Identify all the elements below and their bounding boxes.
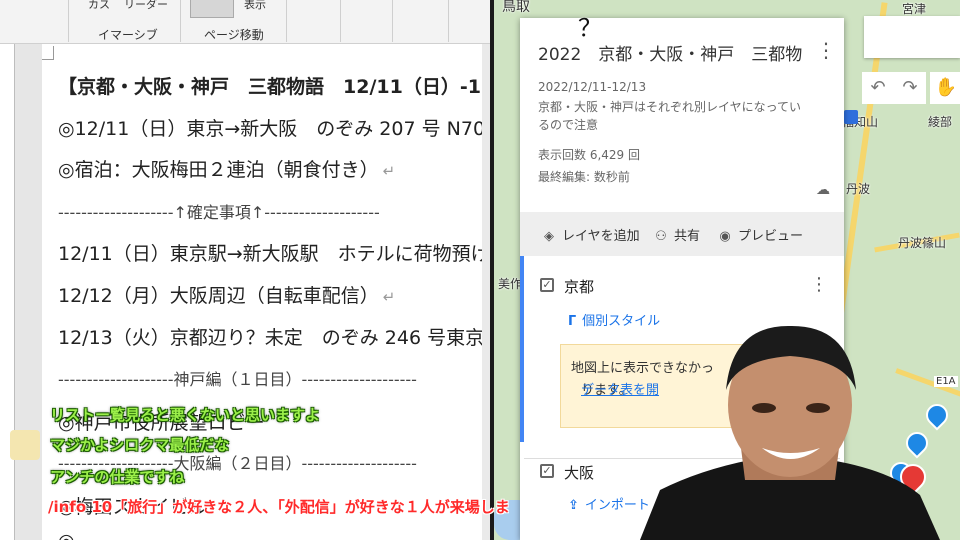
- page-move-icon[interactable]: [190, 0, 234, 18]
- layer-name[interactable]: 大阪: [564, 462, 594, 483]
- ribbon-divider: [68, 0, 69, 42]
- map-title[interactable]: 2022 京都・大阪・神戸 三都物…: [538, 40, 803, 65]
- layers-icon: ◈: [544, 229, 554, 244]
- map-label: 美作: [498, 277, 523, 291]
- word-window: カス リーダー イマーシブ 表示 ページ移動 【京都・大阪・神戸 三都物語 12…: [0, 0, 490, 540]
- share-button[interactable]: ⚇ 共有: [652, 225, 700, 244]
- chat-message: マジかよシロクマ最低だな: [50, 436, 230, 454]
- doc-separator: --------------------↑確定事項↑--------------…: [58, 203, 380, 222]
- map-label: 宮津: [902, 2, 927, 16]
- doc-line: 12/11（日）東京駅→新大阪駅 ホテルに荷物預け初: [58, 243, 482, 265]
- ribbon-group-page-move: ページ移動: [204, 28, 264, 42]
- layer-checkbox[interactable]: ✓: [540, 278, 554, 292]
- map-label: 丹波篠山: [898, 236, 947, 250]
- eye-icon: ◉: [719, 229, 731, 244]
- doc-line: 12/13（火）京都辺り？未定 のぞみ 246 号東京行: [58, 327, 482, 349]
- map-view-count: 表示回数 6,429 回: [538, 148, 640, 162]
- doc-line: ◎宿泊：大阪梅田２連泊（朝食付き） ↵: [58, 159, 396, 181]
- ribbon-divider: [448, 0, 449, 42]
- redo-icon[interactable]: ↷: [894, 72, 926, 104]
- import-icon: ⇪: [568, 498, 579, 513]
- question-mark: ？: [578, 14, 602, 42]
- word-scrollbar[interactable]: [482, 44, 490, 540]
- map-last-edit: 最終編集: 数秒前: [538, 170, 630, 184]
- map-label: 丹波: [846, 182, 871, 196]
- word-ribbon: カス リーダー イマーシブ 表示 ページ移動: [0, 0, 490, 44]
- doc-line: ◎: [58, 530, 75, 540]
- doc-line: 12/12（月）大阪周辺（自転車配信） ↵: [58, 285, 396, 307]
- map-search-box[interactable]: [864, 16, 960, 58]
- route-shield-icon: [844, 110, 858, 124]
- person-add-icon: ⚇: [655, 229, 667, 244]
- cloud-saved-icon: ☁: [816, 182, 830, 198]
- map-label: 綾部: [928, 115, 953, 129]
- preview-button[interactable]: ◉ プレビュー: [716, 225, 803, 244]
- more-vert-icon[interactable]: ⋮: [816, 38, 836, 62]
- layer-checkbox[interactable]: ✓: [540, 464, 554, 478]
- undo-icon[interactable]: ↶: [862, 72, 894, 104]
- layer-import-link[interactable]: ⇪ インポート: [568, 494, 650, 513]
- layer-name[interactable]: 京都: [564, 276, 594, 297]
- doc-line: ◎12/11（日）東京→新大阪 のぞみ 207 号 N70: [58, 118, 482, 140]
- map-description: 京都・大阪・神戸はそれぞれ別レイヤになってい: [538, 100, 802, 114]
- vertical-ruler: [14, 44, 15, 540]
- ribbon-group-immersive: イマーシブ: [98, 28, 158, 42]
- panel-actions: ◈ レイヤを追加 ⚇ 共有 ◉ プレビュー: [520, 212, 844, 256]
- return-mark-icon: ↵: [382, 288, 396, 306]
- chat-message: アンチの仕業ですね: [50, 468, 185, 486]
- chat-info-message: /info 10「旅行」が好きな２人、「外配信」が好きな１人が来場しま: [48, 498, 510, 516]
- doc-separator: --------------------神戸編（１日目）------------…: [58, 370, 417, 389]
- doc-heading: 【京都・大阪・神戸 三都物語 12/11（日）-12/: [58, 76, 482, 98]
- add-layer-button[interactable]: ◈ レイヤを追加: [540, 225, 640, 244]
- chat-avatar-icon: [10, 430, 40, 460]
- ribbon-button-view[interactable]: 表示: [244, 0, 266, 12]
- ribbon-divider: [340, 0, 341, 42]
- map-dates: 2022/12/11-12/13: [538, 80, 647, 94]
- paint-roller-icon: ᒥ: [568, 314, 577, 329]
- ribbon-divider: [392, 0, 393, 42]
- return-mark-icon: ↵: [382, 162, 396, 180]
- ribbon-divider: [286, 0, 287, 42]
- ribbon-button-focus[interactable]: カス: [88, 0, 110, 12]
- ribbon-button-reader[interactable]: リーダー: [124, 0, 168, 12]
- ribbon-divider: [180, 0, 181, 42]
- webcam-person: [640, 325, 940, 540]
- map-description: るので注意: [538, 118, 599, 132]
- hand-tool-icon[interactable]: ✋: [930, 72, 960, 104]
- map-label: 鳥取: [502, 0, 530, 15]
- word-left-margin: [0, 44, 14, 540]
- layer-more-icon[interactable]: ⋮: [810, 274, 828, 295]
- screen: カス リーダー イマーシブ 表示 ページ移動 【京都・大阪・神戸 三都物語 12…: [0, 0, 960, 540]
- page-corner-mark: [42, 46, 54, 60]
- active-layer-indicator: [520, 256, 524, 442]
- chat-message: リストー覧見ると悪くないと思いますよ: [50, 406, 321, 424]
